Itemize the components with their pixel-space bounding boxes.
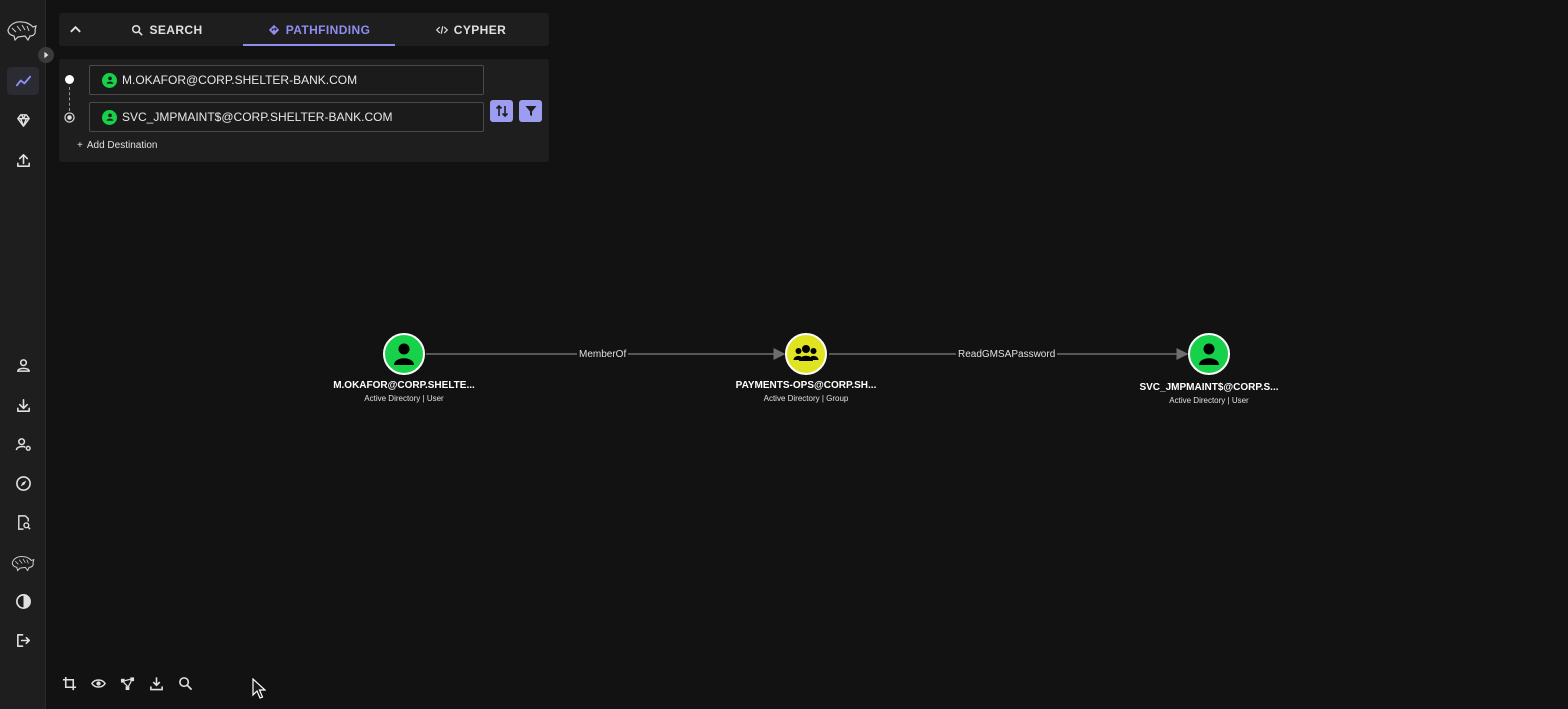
user-node-icon	[1199, 343, 1219, 365]
sidebar-item-download-collectors[interactable]	[7, 391, 39, 419]
eye-icon	[90, 678, 106, 688]
file-search-icon	[17, 514, 31, 530]
export-button[interactable]	[147, 672, 165, 694]
add-destination-label: Add Destination	[86, 140, 158, 151]
start-node-value: M.OKAFOR@CORP.SHELTER-BANK.COM	[122, 73, 358, 87]
node-subtitle: Active Directory | User	[364, 394, 444, 403]
tab-pathfinding[interactable]: PATHFINDING	[243, 13, 395, 46]
destination-node-input[interactable]: SVC_JMPMAINT$@CORP.SHELTER-BANK.COM	[89, 102, 484, 132]
gem-icon	[16, 113, 30, 127]
contrast-icon	[15, 593, 31, 609]
tab-search-label: SEARCH	[149, 22, 203, 37]
export-icon	[149, 676, 163, 690]
graph-search-button[interactable]	[176, 672, 194, 694]
graph-edges	[426, 348, 1189, 360]
edge-label-memberof[interactable]: MemberOf	[577, 349, 629, 361]
plus-icon: +	[77, 140, 83, 151]
sidebar-item-explore-compass[interactable]	[7, 469, 39, 497]
graph-layout-button[interactable]	[118, 672, 136, 694]
node-name: PAYMENTS-OPS@CORP.SH...	[735, 380, 877, 391]
node-name: M.OKAFOR@CORP.SHELTE...	[333, 380, 475, 391]
code-icon	[435, 25, 448, 34]
sidebar	[0, 0, 54, 709]
app-root: SEARCH PATHFINDING CYPHER M.OKAFOR@CORP.…	[0, 0, 1568, 709]
node-subtitle: Active Directory | User	[1169, 396, 1249, 405]
user-node-icon	[394, 343, 414, 365]
sidebar-item-upload[interactable]	[7, 146, 39, 174]
pathfinding-icon	[268, 24, 279, 35]
user-icon	[16, 358, 30, 372]
add-destination-button[interactable]: + Add Destination	[77, 140, 157, 151]
swap-nodes-button[interactable]	[490, 100, 513, 122]
sidebar-item-theme-toggle[interactable]	[7, 587, 39, 615]
sidebar-item-explore[interactable]	[7, 67, 39, 95]
tab-cypher-label: CYPHER	[453, 22, 507, 37]
sidebar-item-profile[interactable]	[7, 351, 39, 379]
sidebar-item-attack-paths[interactable]	[7, 106, 39, 134]
upload-icon	[16, 153, 30, 167]
swap-vertical-icon	[495, 104, 508, 118]
logout-icon	[16, 633, 30, 647]
download-icon	[16, 398, 30, 412]
bloodhound-icon	[11, 555, 35, 572]
edge-label-readgmsapassword[interactable]: ReadGMSAPassword	[956, 349, 1058, 361]
sidebar-item-documentation[interactable]	[7, 508, 39, 536]
graph-layout-icon	[120, 676, 134, 690]
graph-node-label-payments-ops: PAYMENTS-OPS@CORP.SH... Active Directory…	[706, 380, 906, 403]
explore-tab-bar: SEARCH PATHFINDING CYPHER	[59, 13, 549, 46]
trend-line-icon	[15, 75, 31, 86]
graph-node-user-svc-jmpmaint[interactable]	[1188, 333, 1230, 375]
destination-target-icon	[64, 112, 75, 123]
graph-node-label-okafor: M.OKAFOR@CORP.SHELTE... Active Directory…	[304, 380, 504, 403]
bloodhound-logo-icon[interactable]	[6, 16, 38, 42]
chevron-up-icon	[69, 25, 81, 33]
node-subtitle: Active Directory | Group	[763, 394, 849, 403]
sidebar-item-bloodhound[interactable]	[7, 548, 39, 576]
filter-icon	[525, 106, 536, 116]
start-node-input[interactable]: M.OKAFOR@CORP.SHELTER-BANK.COM	[89, 65, 484, 95]
sidebar-expand-button[interactable]	[38, 47, 54, 63]
search-icon	[178, 676, 192, 690]
graph-toolbar	[60, 672, 194, 694]
graph-node-user-okafor[interactable]	[383, 333, 425, 375]
edge-filter-button[interactable]	[519, 100, 542, 122]
pathfinding-panel: M.OKAFOR@CORP.SHELTER-BANK.COM SVC_JMPMA…	[59, 59, 549, 162]
crop-button[interactable]	[60, 672, 78, 694]
graph-canvas[interactable]: MemberOf ReadGMSAPassword M.OKAFOR@CORP.…	[46, 170, 1568, 660]
crop-icon	[62, 676, 76, 690]
tab-cypher[interactable]: CYPHER	[395, 13, 547, 46]
node-name: SVC_JMPMAINT$@CORP.S...	[1139, 382, 1279, 393]
toggle-labels-button[interactable]	[89, 672, 107, 694]
search-icon	[132, 24, 144, 36]
tab-pathfinding-label: PATHFINDING	[285, 22, 371, 37]
group-node-icon	[793, 345, 819, 361]
start-node-dot-icon	[65, 75, 74, 84]
mouse-cursor-icon	[252, 678, 266, 699]
user-node-icon	[102, 72, 117, 88]
collapse-panel-button[interactable]	[59, 13, 91, 46]
sidebar-item-logout[interactable]	[7, 626, 39, 654]
graph-node-group-payments-ops[interactable]	[785, 333, 827, 375]
destination-node-value: SVC_JMPMAINT$@CORP.SHELTER-BANK.COM	[122, 110, 393, 124]
user-node-icon	[102, 109, 117, 125]
path-connector	[69, 87, 70, 111]
sidebar-item-administration[interactable]	[7, 430, 39, 458]
compass-icon	[15, 475, 31, 491]
user-cog-icon	[15, 437, 31, 451]
graph-node-label-svc-jmpmaint: SVC_JMPMAINT$@CORP.S... Active Directory…	[1109, 382, 1309, 405]
tab-search[interactable]: SEARCH	[91, 13, 243, 46]
